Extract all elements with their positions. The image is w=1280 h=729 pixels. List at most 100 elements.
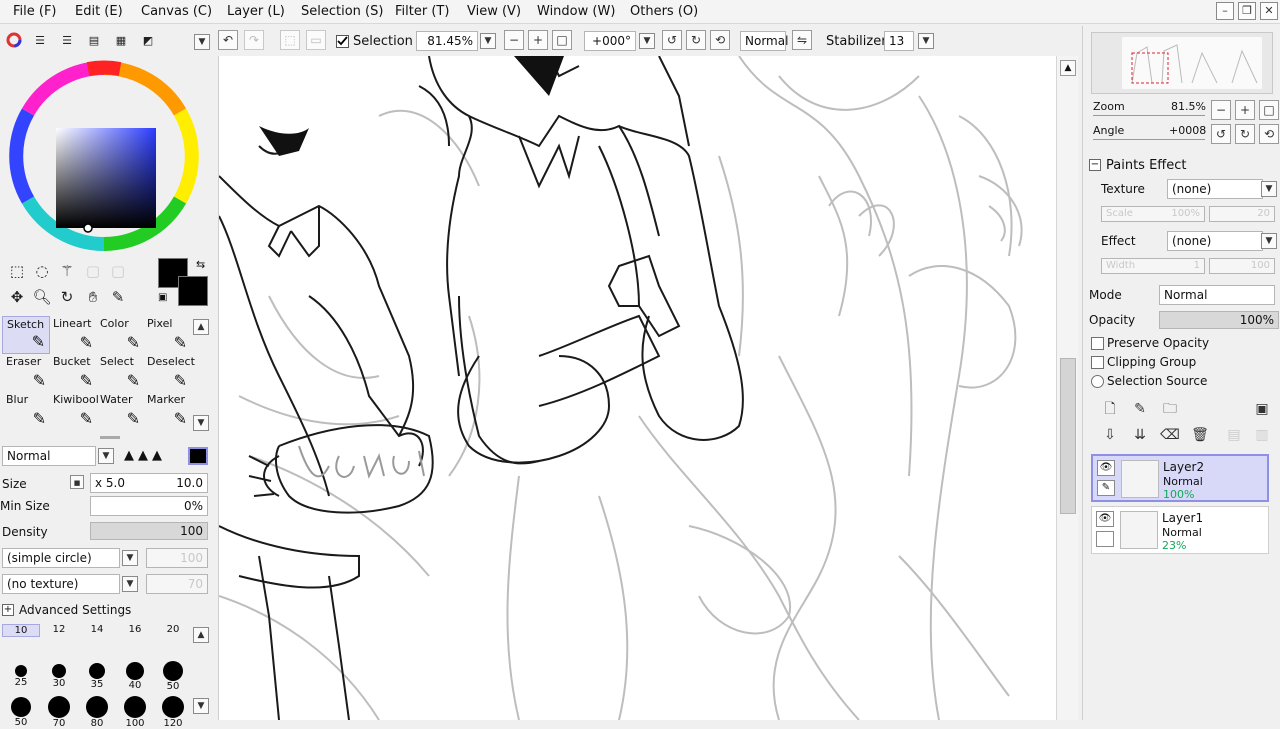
brush-shape-select[interactable]: (simple circle): [2, 548, 120, 568]
brush-size-preset[interactable]: 80: [78, 696, 116, 729]
texture-dropdown-icon[interactable]: ▼: [1261, 181, 1277, 197]
canvas-vertical-scrollbar[interactable]: ▲: [1056, 56, 1078, 720]
rotate-left-icon[interactable]: ↺: [662, 30, 682, 50]
brush-blur[interactable]: Blur ✎: [2, 392, 50, 430]
clipping-group-checkbox[interactable]: [1091, 356, 1104, 369]
brush-select[interactable]: Select ✎: [96, 354, 144, 392]
delete-layer-icon[interactable]: 🗑︎: [1189, 424, 1211, 446]
layer-mode-select[interactable]: Normal: [1159, 285, 1275, 305]
menu-selection[interactable]: Selection (S): [301, 4, 383, 19]
brush-size-preset[interactable]: 20: [154, 624, 192, 635]
color-panel-menu-icon[interactable]: ▼: [194, 34, 210, 50]
move-icon[interactable]: ✥: [6, 286, 28, 308]
zoom-field[interactable]: 81.45%: [416, 31, 478, 51]
rotation-field[interactable]: +000°: [584, 31, 636, 51]
restore-icon[interactable]: ❐: [1238, 2, 1256, 20]
deselect-icon[interactable]: ⬚: [280, 30, 300, 50]
nav-rotate-right-icon[interactable]: ↻: [1235, 124, 1255, 144]
brush-deselect[interactable]: Deselect ✎: [143, 354, 195, 392]
zoom-in-icon[interactable]: +: [528, 30, 548, 50]
flip-view-icon[interactable]: ⇋: [792, 30, 812, 50]
magic-wand-icon[interactable]: ⚚: [56, 260, 78, 282]
hand-icon[interactable]: ✋︎: [82, 286, 104, 308]
brush-splitter[interactable]: [100, 436, 120, 439]
size-multiplier-dropdown-icon[interactable]: ■: [70, 475, 84, 489]
rotate-icon[interactable]: ↻: [56, 286, 78, 308]
swap-colors-icon[interactable]: ⇆: [196, 258, 205, 271]
brush-shape-dropdown-icon[interactable]: ▼: [122, 550, 138, 566]
hsv-slider-tab-icon[interactable]: ☰: [57, 32, 77, 50]
navigator-preview[interactable]: [1091, 32, 1273, 94]
invert-selection-icon[interactable]: ▭: [306, 30, 326, 50]
brush-marker[interactable]: Marker ✎: [143, 392, 191, 430]
redo-icon[interactable]: ↷: [244, 30, 264, 50]
menu-layer[interactable]: Layer (L): [227, 4, 285, 19]
rotate-right-icon[interactable]: ↻: [686, 30, 706, 50]
brush-texture-dropdown-icon[interactable]: ▼: [122, 576, 138, 592]
transfer-down-icon[interactable]: ⇩: [1099, 424, 1121, 446]
canvas-blend-mode[interactable]: Normal: [740, 31, 788, 51]
new-linework-layer-icon[interactable]: ✎: [1129, 398, 1151, 420]
rotation-dropdown-icon[interactable]: ▼: [639, 33, 655, 49]
edit-slot-icon[interactable]: [1096, 531, 1114, 547]
brush-size-preset[interactable]: 100: [116, 696, 154, 729]
minimize-icon[interactable]: –: [1216, 2, 1234, 20]
brush-scroll-up-icon[interactable]: ▲: [193, 319, 209, 335]
menu-canvas[interactable]: Canvas (C): [141, 4, 212, 19]
brush-water[interactable]: Water ✎: [96, 392, 144, 430]
brush-size-preset[interactable]: 35: [78, 660, 116, 690]
brush-size-preset[interactable]: 14: [78, 624, 116, 635]
advanced-settings-label[interactable]: Advanced Settings: [19, 603, 131, 617]
effect-dropdown-icon[interactable]: ▼: [1261, 233, 1277, 249]
rotate-reset-icon[interactable]: ⟲: [710, 30, 730, 50]
brush-size-preset[interactable]: 25: [2, 660, 40, 688]
eyedropper-icon[interactable]: ✎: [107, 286, 129, 308]
reset-colors-icon[interactable]: ▣: [158, 292, 167, 303]
zoom-dropdown-icon[interactable]: ▼: [480, 33, 496, 49]
stabilizer-dropdown-icon[interactable]: ▼: [918, 33, 934, 49]
zoom-out-icon[interactable]: −: [504, 30, 524, 50]
layer-opacity-slider[interactable]: 100%: [1159, 311, 1279, 329]
menu-view[interactable]: View (V): [467, 4, 521, 19]
brush-pixel[interactable]: Pixel ✎: [143, 316, 191, 354]
zoom-icon[interactable]: 🔍︎: [31, 286, 53, 308]
size-field[interactable]: x 5.0 10.0: [90, 473, 208, 493]
scroll-up-icon[interactable]: ▲: [1060, 60, 1076, 76]
secondary-color-swatch[interactable]: [178, 276, 208, 306]
new-folder-icon[interactable]: 🗀︎: [1159, 398, 1181, 420]
edit-pen-icon[interactable]: ✎: [1097, 480, 1115, 496]
menu-file[interactable]: File (F): [13, 4, 57, 19]
nav-angle-slider[interactable]: [1093, 139, 1205, 140]
selection-checkbox[interactable]: [336, 35, 349, 48]
density-slider[interactable]: 100: [90, 522, 208, 540]
close-icon[interactable]: ✕: [1260, 2, 1278, 20]
brush-size-preset[interactable]: 12: [40, 624, 78, 635]
nav-zoom-slider[interactable]: [1093, 115, 1205, 116]
rect-select-icon[interactable]: ⬚: [6, 260, 28, 282]
menu-others[interactable]: Others (O): [630, 4, 698, 19]
undo-icon[interactable]: ↶: [218, 30, 238, 50]
brush-texture-select[interactable]: (no texture): [2, 574, 120, 594]
brush-size-preset[interactable]: 16: [116, 624, 154, 635]
menu-edit[interactable]: Edit (E): [75, 4, 123, 19]
lasso-icon[interactable]: ◌: [31, 260, 53, 282]
drawing-canvas[interactable]: [218, 56, 1056, 720]
brush-size-preset[interactable]: 10: [2, 624, 40, 637]
preserve-opacity-checkbox[interactable]: [1091, 337, 1104, 350]
brush-size-preset[interactable]: 40: [116, 660, 154, 691]
brush-size-preset[interactable]: 30: [40, 660, 78, 689]
visibility-eye-icon[interactable]: 👁︎: [1097, 460, 1115, 476]
swatches-tab-icon[interactable]: ▦: [111, 32, 131, 50]
size-scroll-down-icon[interactable]: ▼: [193, 698, 209, 714]
nav-rotate-reset-icon[interactable]: ⟲: [1259, 124, 1279, 144]
advanced-expand-icon[interactable]: +: [2, 604, 14, 616]
brush-kiwibool[interactable]: Kiwibool ✎: [49, 392, 99, 430]
brush-sketch[interactable]: Sketch ✎: [2, 316, 50, 354]
paints-effect-collapse-icon[interactable]: −: [1089, 159, 1101, 171]
color-wheel-tab-icon[interactable]: [4, 32, 24, 50]
selection-source-radio[interactable]: [1091, 375, 1104, 388]
brush-bucket[interactable]: Bucket ✎: [49, 354, 97, 392]
merge-down-icon[interactable]: ⇊: [1129, 424, 1151, 446]
brush-size-preset[interactable]: 50: [154, 660, 192, 692]
brush-size-preset[interactable]: 70: [40, 696, 78, 729]
